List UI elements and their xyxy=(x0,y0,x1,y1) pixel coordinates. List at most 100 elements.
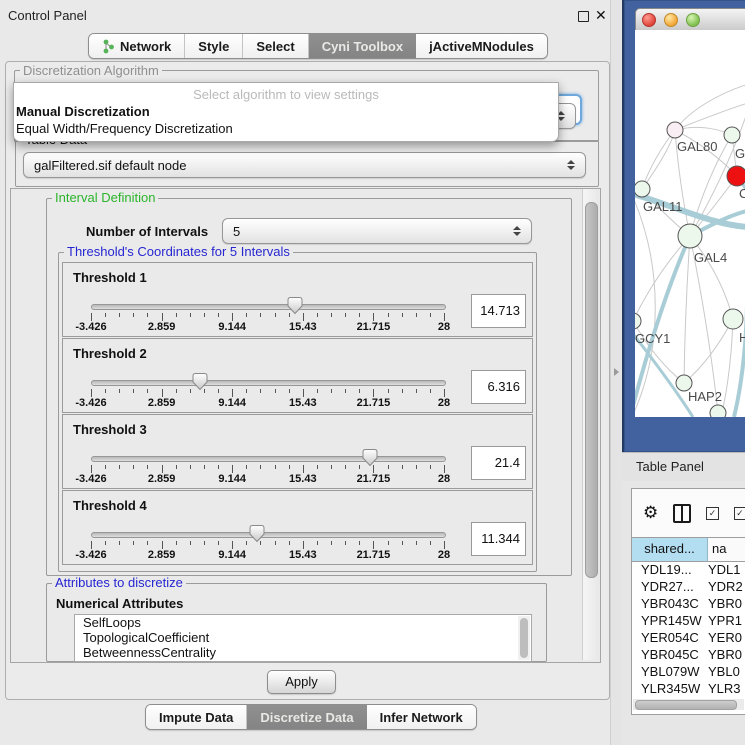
network-node-GCY1[interactable] xyxy=(635,313,641,329)
table-cell[interactable]: YER0 xyxy=(708,629,745,646)
algorithm-placeholder-option[interactable]: Select algorithm to view settings xyxy=(14,87,558,102)
table-row[interactable]: YBR045CYBR0 xyxy=(632,646,745,663)
table-row[interactable]: YBL079WYBL0 xyxy=(632,663,745,680)
tab-style[interactable]: Style xyxy=(185,34,243,58)
scrollbar-thumb[interactable] xyxy=(635,700,737,710)
tab-discretize-data[interactable]: Discretize Data xyxy=(247,705,366,729)
table-cell[interactable]: YBR0 xyxy=(708,595,745,612)
table-row[interactable]: YDR27...YDR2 xyxy=(632,578,745,595)
slider-tick xyxy=(91,465,92,473)
apply-button[interactable]: Apply xyxy=(267,670,336,694)
table-cell[interactable]: YLR3 xyxy=(708,680,745,697)
slider-tick xyxy=(204,465,205,469)
slider-tick xyxy=(190,541,191,545)
minimize-traffic-light-icon[interactable] xyxy=(664,13,678,27)
network-node-RED[interactable] xyxy=(727,166,745,186)
splitter-grip-icon[interactable] xyxy=(614,368,619,376)
slider-tick xyxy=(331,313,332,317)
table-row[interactable]: YDL19...YDL1 xyxy=(632,561,745,578)
table-row[interactable]: YPR145WYPR1 xyxy=(632,612,745,629)
threshold-value-field[interactable]: 21.4 xyxy=(471,446,526,480)
node-table: ⚙ ✓ ✓ shared...na YDL19...YDL1YDR27...YD… xyxy=(631,488,745,715)
table-toolbar: ⚙ ✓ ✓ xyxy=(632,489,745,537)
network-node-GAL3[interactable] xyxy=(724,127,740,143)
table-column-header[interactable]: shared... xyxy=(632,538,708,561)
table-cell[interactable]: YDR2 xyxy=(708,578,745,595)
top-tab-bar: NetworkStyleSelectCyni ToolboxjActiveMNo… xyxy=(88,33,548,59)
slider-tick xyxy=(218,389,219,393)
threshold-value-field[interactable]: 11.344 xyxy=(471,522,526,556)
horizontal-scrollbar[interactable] xyxy=(633,699,744,710)
table-cell[interactable]: YPR1 xyxy=(708,612,745,629)
slider-tick xyxy=(388,313,389,317)
vertical-scrollbar[interactable] xyxy=(582,189,599,660)
bottom-tab-bar: Impute DataDiscretize DataInfer Network xyxy=(145,704,477,730)
tab-impute-data[interactable]: Impute Data xyxy=(146,705,247,729)
table-data-combobox[interactable]: galFiltered.sif default node xyxy=(23,152,586,178)
threshold-label: Threshold 2 xyxy=(73,346,147,361)
table-cell[interactable]: YLR345W xyxy=(632,680,708,697)
table-cell[interactable]: YBL079W xyxy=(632,663,708,680)
network-node-N9[interactable] xyxy=(710,405,726,417)
table-cell[interactable]: YBR0 xyxy=(708,646,745,663)
attribute-item[interactable]: BetweennessCentrality xyxy=(75,645,531,660)
slider-thumb[interactable] xyxy=(361,448,379,470)
table-cell[interactable]: YDR27... xyxy=(632,578,708,595)
slider-tick xyxy=(331,465,332,469)
checkbox-checked-icon[interactable]: ✓ xyxy=(734,507,745,520)
network-window-titlebar[interactable] xyxy=(635,8,745,32)
slider-tick xyxy=(232,541,233,549)
slider-thumb[interactable] xyxy=(191,372,209,394)
scrollbar-thumb[interactable] xyxy=(520,618,528,658)
tab-infer-network[interactable]: Infer Network xyxy=(367,705,476,729)
table-row[interactable]: YBR043CYBR0 xyxy=(632,595,745,612)
slider-track[interactable] xyxy=(91,532,446,538)
slider-tick xyxy=(275,389,276,393)
network-node-GAL80[interactable] xyxy=(667,122,683,138)
slider-track[interactable] xyxy=(91,304,446,310)
network-node-GAL4[interactable] xyxy=(678,224,702,248)
table-cell[interactable]: YDL19... xyxy=(632,561,708,578)
slider-thumb[interactable] xyxy=(286,296,304,318)
network-node-GAL11[interactable] xyxy=(635,181,650,197)
table-cell[interactable]: YER054C xyxy=(632,629,708,646)
algorithm-option[interactable]: Equal Width/Frequency Discretization xyxy=(16,121,233,136)
table-cell[interactable]: YBR045C xyxy=(632,646,708,663)
table-cell[interactable]: YBL0 xyxy=(708,663,745,680)
algorithm-option[interactable]: Manual Discretization xyxy=(16,104,150,119)
tab-cyni-toolbox[interactable]: Cyni Toolbox xyxy=(309,34,416,58)
thresholds-group-label: Threshold's Coordinates for 5 Intervals xyxy=(64,245,293,258)
table-row[interactable]: YER054CYER0 xyxy=(632,629,745,646)
close-traffic-light-icon[interactable] xyxy=(642,13,656,27)
slider-tick xyxy=(317,389,318,393)
tab-select[interactable]: Select xyxy=(243,34,308,58)
zoom-traffic-light-icon[interactable] xyxy=(686,13,700,27)
tab-jactivemnodules[interactable]: jActiveMNodules xyxy=(416,34,547,58)
number-of-intervals-combobox[interactable]: 5 xyxy=(222,218,532,244)
columns-icon[interactable] xyxy=(673,504,691,523)
slider-track[interactable] xyxy=(91,456,446,462)
network-canvas[interactable]: GAL80GACGAL11GAL4GCY1HHAP2 xyxy=(635,30,745,417)
slider-track[interactable] xyxy=(91,380,446,386)
table-column-header[interactable]: na xyxy=(708,538,745,561)
slider-tick xyxy=(204,541,205,545)
table-cell[interactable]: YPR145W xyxy=(632,612,708,629)
threshold-value-field[interactable]: 14.713 xyxy=(471,294,526,328)
list-scrollbar[interactable] xyxy=(518,616,530,660)
attribute-item[interactable]: TopologicalCoefficient xyxy=(75,630,531,645)
table-row[interactable]: YLR345WYLR3 xyxy=(632,680,745,697)
slider-thumb[interactable] xyxy=(248,524,266,546)
close-icon[interactable]: ✕ xyxy=(595,7,607,24)
gear-icon[interactable]: ⚙ xyxy=(643,505,658,522)
attribute-item[interactable]: SelfLoops xyxy=(75,615,531,630)
table-cell[interactable]: YDL1 xyxy=(708,561,745,578)
tab-network[interactable]: Network xyxy=(89,34,185,58)
checkbox-checked-icon[interactable]: ✓ xyxy=(706,507,718,520)
threshold-value-field[interactable]: 6.316 xyxy=(471,370,526,404)
scrollbar-thumb[interactable] xyxy=(585,202,598,578)
table-cell[interactable]: YBR043C xyxy=(632,595,708,612)
float-window-icon[interactable] xyxy=(578,11,589,22)
slider-tick xyxy=(402,465,403,469)
network-node-H[interactable] xyxy=(723,309,743,329)
slider-tick xyxy=(402,313,403,317)
